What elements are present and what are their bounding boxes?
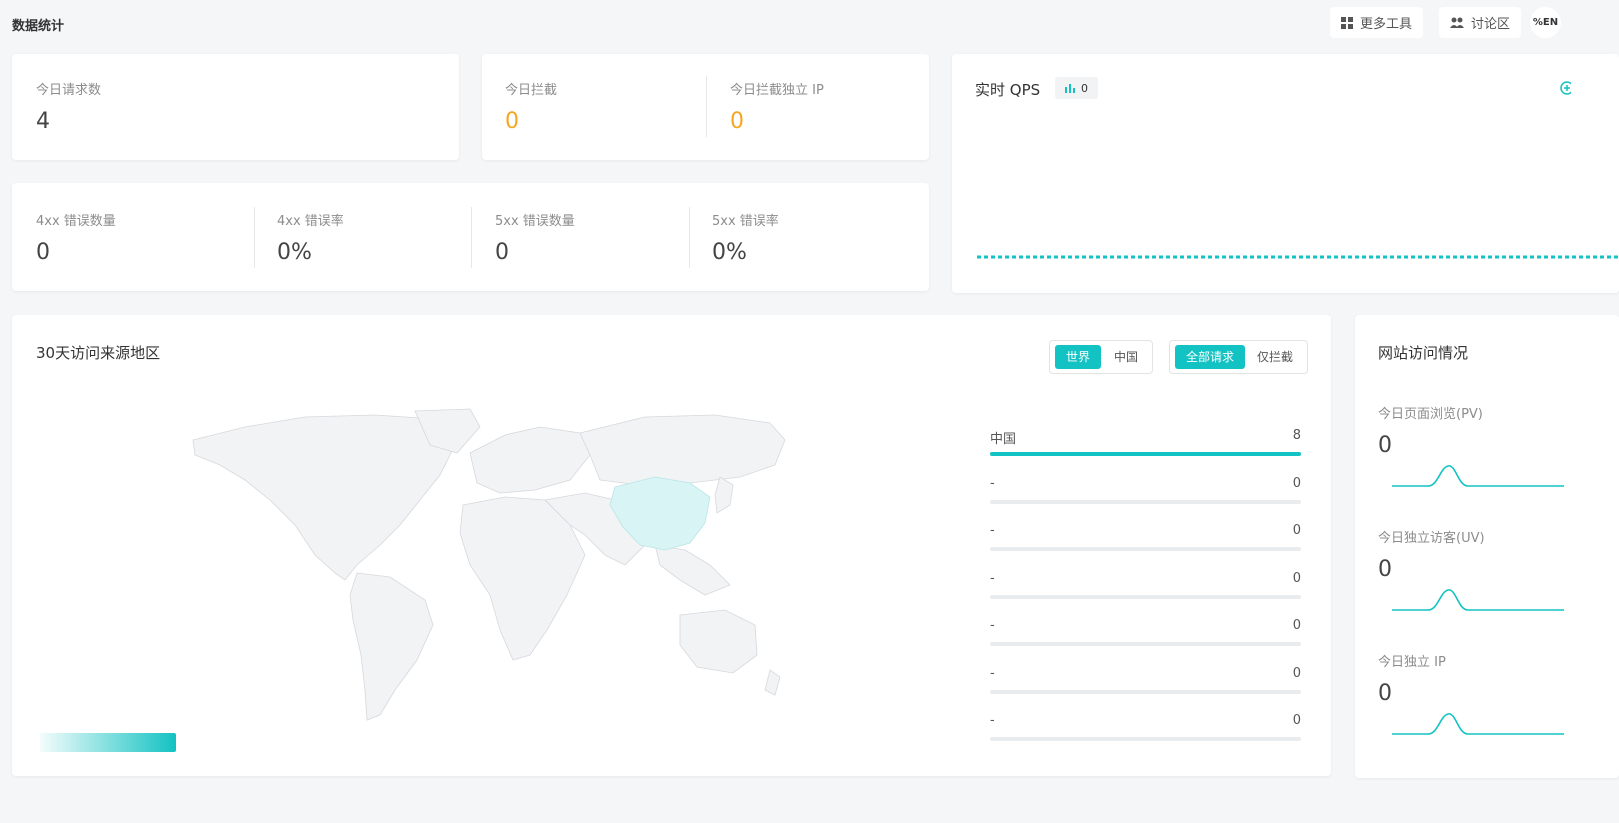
tab-blocked-only[interactable]: 仅拦截 [1247, 345, 1303, 369]
ranking-progress-track [990, 689, 1301, 694]
ranking-progress-track [990, 499, 1301, 504]
map-europe [469, 426, 591, 494]
today-blocked-value: 0 [505, 109, 519, 134]
ranking-row: -0 [990, 713, 1301, 743]
map-new-zealand [764, 669, 781, 696]
uv-sparkline [1392, 589, 1564, 611]
more-tools-label: 更多工具 [1360, 17, 1413, 32]
today-blocked-label: 今日拦截 [505, 83, 558, 98]
region-title: 30天访问来源地区 [36, 344, 161, 362]
ranking-row: -0 [990, 523, 1301, 553]
err4xx-rate-value: 0% [277, 240, 312, 265]
today-blocked-ip-value: 0 [730, 109, 744, 134]
ranking-region-name: - [990, 713, 995, 728]
uv-value: 0 [1378, 557, 1392, 582]
ranking-region-value: 0 [1292, 475, 1301, 491]
ranking-region-value: 0 [1292, 665, 1301, 681]
map-russia [579, 414, 786, 486]
ranking-progress-track [990, 642, 1301, 646]
uv-label: 今日独立访客(UV) [1378, 531, 1485, 546]
err5xx-count-label: 5xx 错误数量 [495, 214, 575, 229]
ranking-progress-track [990, 594, 1301, 599]
map-south-america [349, 572, 434, 721]
err4xx-count-label: 4xx 错误数量 [36, 214, 116, 229]
today-requests-label: 今日请求数 [36, 83, 102, 98]
divider [689, 207, 690, 268]
world-map [192, 408, 786, 721]
ranking-region-value: 0 [1292, 523, 1301, 538]
grid-icon [1341, 16, 1353, 29]
ranking-region-value: 0 [1292, 570, 1301, 586]
err5xx-count-value: 0 [495, 240, 509, 265]
ranking-region-value: 8 [1292, 428, 1301, 443]
discussion-button[interactable]: 讨论区 [1439, 7, 1522, 38]
bar-chart-icon [1065, 84, 1075, 93]
ranking-region-value: 0 [1292, 713, 1301, 728]
expand-icon[interactable] [1559, 80, 1571, 96]
ranking-row: 中国 8 [990, 428, 1301, 458]
err4xx-rate-label: 4xx 错误率 [277, 214, 344, 229]
qps-badge: 0 [1055, 77, 1098, 99]
map-australia [679, 609, 758, 674]
ranking-row: -0 [990, 666, 1301, 696]
discussion-label: 讨论区 [1471, 17, 1511, 32]
site-visits-title: 网站访问情况 [1378, 344, 1469, 362]
language-icon: %EN [1532, 17, 1559, 28]
today-requests-card [12, 54, 459, 160]
ranking-region-name: - [990, 618, 995, 633]
today-requests-value: 4 [36, 109, 50, 134]
map-north-america [192, 414, 456, 581]
err5xx-rate-label: 5xx 错误率 [712, 214, 779, 229]
ranking-progress-track [990, 547, 1301, 551]
qps-badge-value: 0 [1081, 81, 1088, 95]
scope-switch: 世界 中国 [1049, 340, 1153, 374]
ranking-region-name: - [990, 570, 995, 586]
site-visits-card [1355, 315, 1619, 778]
map-southeast-asia [654, 544, 731, 596]
tab-china[interactable]: 中国 [1103, 345, 1149, 369]
map-legend-gradient [40, 733, 176, 752]
ranking-row: -0 [990, 571, 1301, 601]
page-title: 数据统计 [12, 19, 65, 34]
ip-sparkline [1392, 713, 1564, 735]
tab-world[interactable]: 世界 [1055, 345, 1101, 369]
today-blocked-ip-label: 今日拦截独立 IP [730, 83, 824, 98]
ranking-row: -0 [990, 476, 1301, 506]
language-switch-button[interactable]: %EN [1530, 7, 1561, 38]
ranking-progress-fill [990, 452, 1301, 456]
tab-all-requests[interactable]: 全部请求 [1175, 345, 1245, 369]
divider [254, 207, 255, 268]
ranking-region-name: - [990, 475, 995, 491]
ranking-region-name: - [990, 523, 995, 538]
divider [706, 76, 707, 137]
ranking-row: -0 [990, 618, 1301, 648]
err5xx-rate-value: 0% [712, 240, 747, 265]
pv-value: 0 [1378, 433, 1392, 458]
ranking-region-name: 中国 [990, 432, 1017, 447]
users-icon [1450, 17, 1464, 28]
ip-value: 0 [1378, 681, 1392, 706]
err4xx-count-value: 0 [36, 240, 50, 265]
ranking-progress-track [990, 452, 1301, 456]
ranking-progress-track [990, 737, 1301, 741]
map-japan [714, 476, 734, 514]
ranking-region-name: - [990, 665, 995, 681]
more-tools-button[interactable]: 更多工具 [1330, 7, 1424, 38]
qps-title: 实时 QPS [975, 81, 1041, 99]
pv-sparkline [1392, 465, 1564, 487]
qps-line-chart [977, 255, 1619, 259]
pv-label: 今日页面浏览(PV) [1378, 407, 1483, 422]
divider [471, 207, 472, 268]
filter-switch: 全部请求 仅拦截 [1169, 340, 1308, 374]
ip-label: 今日独立 IP [1378, 655, 1446, 670]
ranking-region-value: 0 [1292, 618, 1301, 633]
